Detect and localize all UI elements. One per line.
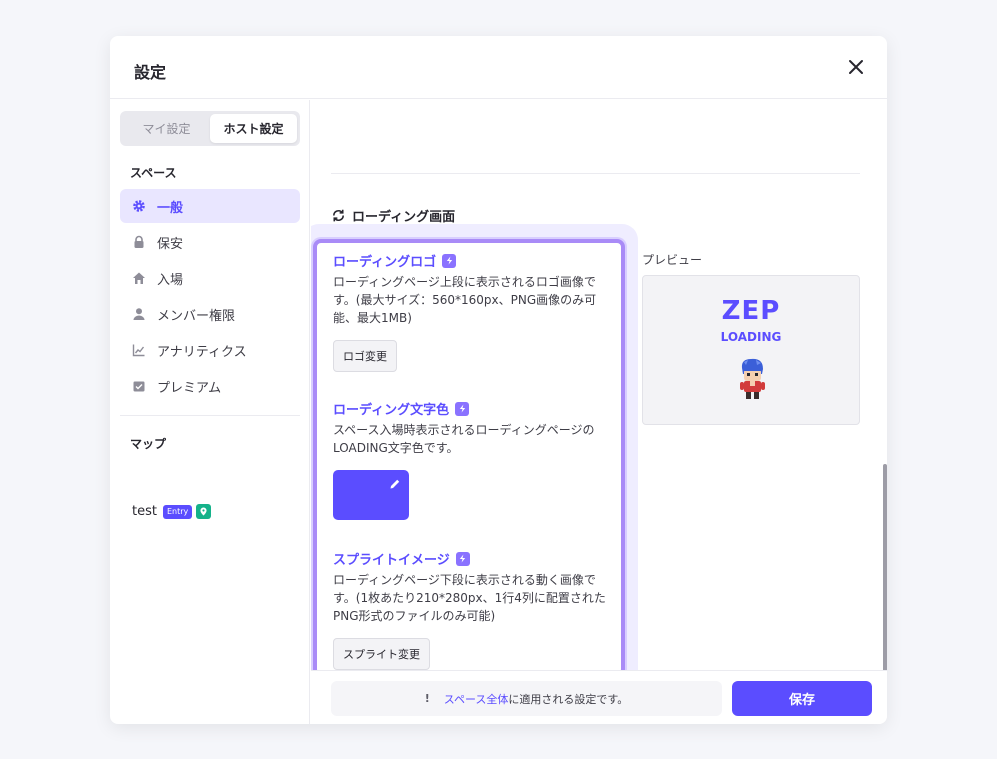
sidebar-divider [120,415,300,416]
sidebar-item-label: 入場 [157,272,184,288]
scrollbar-thumb[interactable] [883,464,887,704]
sidebar-nav: 一般 保安 入場 メンバー権限 アナリティクス プレミアム [120,189,300,405]
space-section-label: スペース [130,166,177,180]
change-logo-button[interactable]: ロゴ変更 [333,340,397,372]
feature-title: ローディング文字色 [333,399,613,418]
lightning-icon [455,551,470,566]
cropped-description: ・・・・ ・・・・・・・ ・・・・ [331,100,519,107]
lightning-icon [455,401,470,416]
settings-tab-switch: マイ設定 ホスト設定 [120,111,300,146]
lightning-icon [442,253,457,268]
lock-icon [132,235,146,249]
preview-loading-text: LOADING [720,330,782,344]
pencil-icon [390,479,400,489]
feature-title-text: スプライトイメージ [333,553,450,568]
notice-highlight: スペース全体 [443,692,509,706]
sidebar-item-label: プレミアム [157,380,222,396]
tab-host-settings[interactable]: ホスト設定 [210,114,297,143]
sprite-image-setting: スプライトイメージ ローディングページ下段に表示される動く画像です。(1枚あたり… [333,549,613,670]
dialog-title: 設定 [134,63,167,82]
feature-title: スプライトイメージ [333,549,613,568]
sidebar-item-entry[interactable]: 入場 [120,261,300,295]
main-content: ・・・・ ・・・・・・・ ・・・・ ローディング画面 ローディングロゴ ローディ… [311,100,887,670]
sidebar-item-label: アナリティクス [157,344,247,360]
sidebar-item-security[interactable]: 保安 [120,225,300,259]
sidebar-item-label: 保安 [157,236,184,252]
loading-settings-panel: ローディングロゴ ローディングページ上段に表示されるロゴ画像です。(最大サイズ：… [313,239,625,670]
change-sprite-button[interactable]: スプライト変更 [333,638,430,670]
gear-icon [132,199,146,213]
loading-preview: ZEP LOADING [642,275,860,425]
sidebar-item-analytics[interactable]: アナリティクス [120,333,300,367]
feature-description: ローディングページ下段に表示される動く画像です。(1枚あたり210*280px、… [333,573,606,623]
person-icon [132,307,146,321]
map-name: test [132,504,157,519]
sidebar: マイ設定 ホスト設定 スペース 一般 保安 入場 メンバー権限 アナリティクス … [110,100,310,724]
chart-icon [132,343,146,357]
close-button[interactable] [845,56,867,78]
refresh-icon [333,209,344,222]
premium-box-icon [132,379,146,393]
loading-screen-section-title: ローディング画面 [331,206,455,225]
section-divider [331,173,860,174]
home-icon [132,271,146,285]
dialog-header: 設定 [110,36,887,99]
notice-text: に適用される設定です。 [508,692,629,706]
loading-logo-setting: ローディングロゴ ローディングページ上段に表示されるロゴ画像です。(最大サイズ：… [333,251,613,372]
character-sprite-icon [740,358,765,399]
feature-title: ローディングロゴ [333,251,613,270]
feature-title-text: ローディング文字色 [333,403,450,418]
close-icon [849,60,863,74]
dialog-footer: ! スペース全体 に適用される設定です。 保存 [311,670,887,724]
sidebar-item-general[interactable]: 一般 [120,189,300,223]
sidebar-item-member-permissions[interactable]: メンバー権限 [120,297,300,331]
preview-logo: ZEP [721,296,781,326]
sidebar-item-premium[interactable]: プレミアム [120,369,300,403]
sidebar-item-label: メンバー権限 [157,308,236,324]
exclamation-icon: ! [424,692,430,705]
preview-label: プレビュー [642,253,703,267]
location-pin-icon [196,504,212,519]
feature-description: スペース入場時表示されるローディングページのLOADING文字色です。 [333,423,595,455]
map-item-test[interactable]: test Entry [132,504,212,519]
feature-title-text: ローディングロゴ [333,255,437,270]
map-section-label: マップ [130,437,167,451]
entry-badge: Entry [162,504,193,519]
feature-description: ローディングページ上段に表示されるロゴ画像です。(最大サイズ：560*160px… [333,275,597,325]
settings-dialog: 設定 マイ設定 ホスト設定 スペース 一般 保安 入場 メンバー権限 アナリティ… [110,36,887,724]
section-title-text: ローディング画面 [352,210,456,225]
loading-color-picker[interactable] [333,470,409,520]
save-button[interactable]: 保存 [732,681,872,716]
scope-notice: ! スペース全体 に適用される設定です。 [331,681,722,716]
tab-my-settings[interactable]: マイ設定 [123,114,210,143]
sidebar-item-label: 一般 [157,200,184,216]
loading-text-color-setting: ローディング文字色 スペース入場時表示されるローディングページのLOADING文… [333,399,613,520]
